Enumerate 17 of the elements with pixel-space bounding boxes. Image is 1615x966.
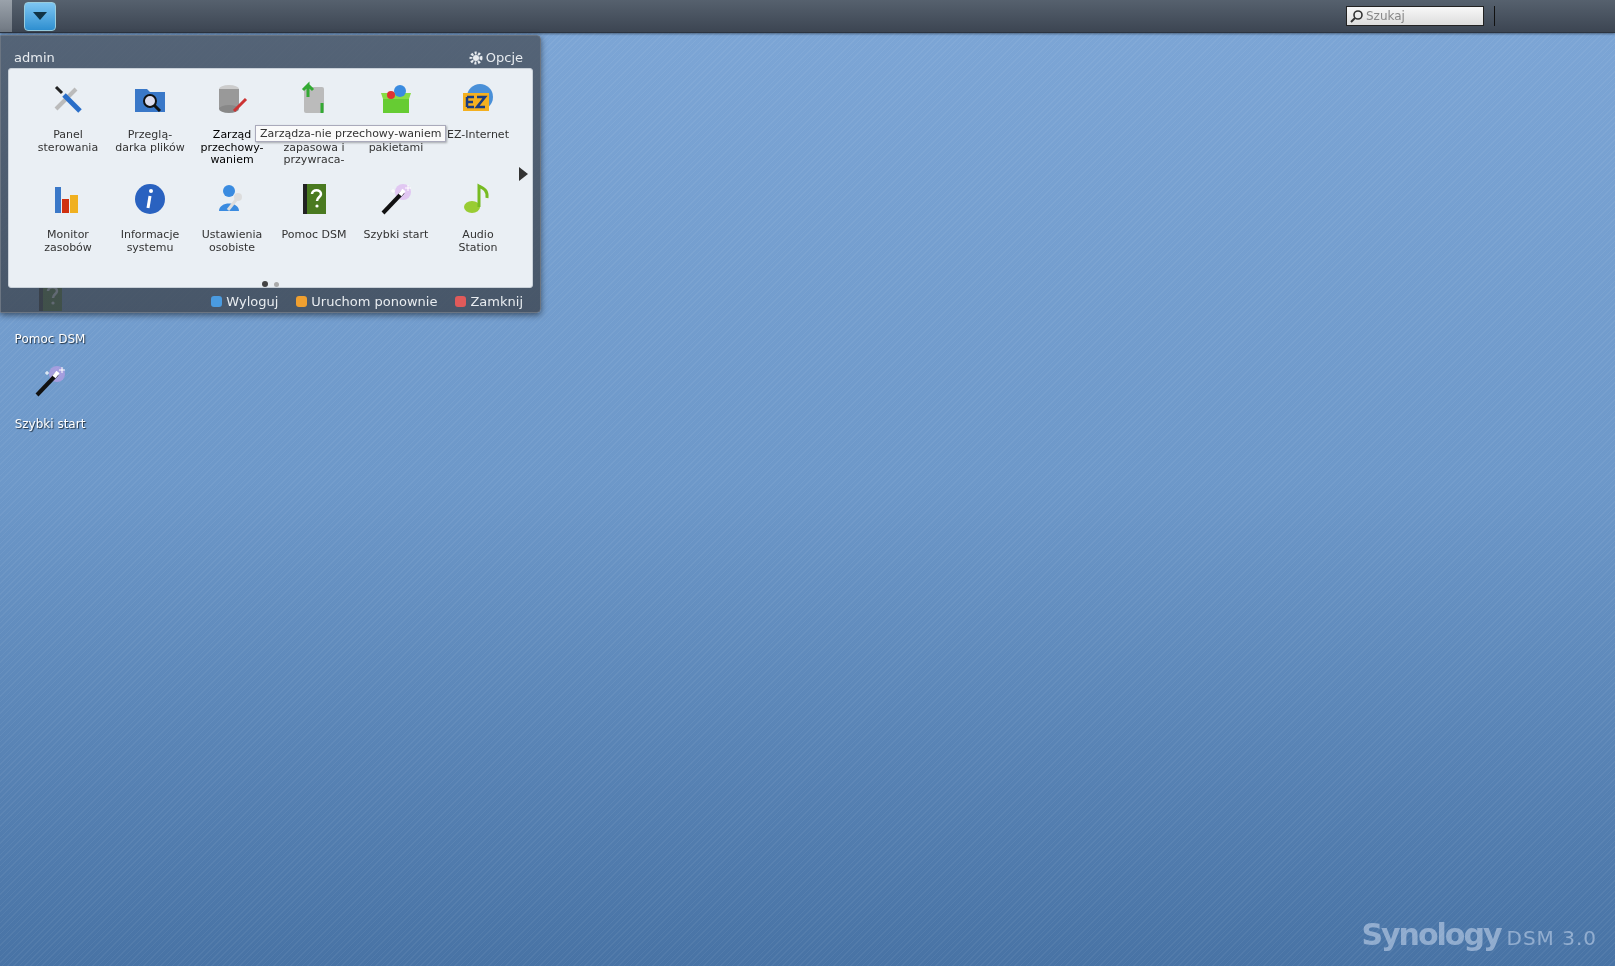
- app-launcher[interactable]: Ustawienia osobiste: [191, 181, 273, 281]
- app-launcher[interactable]: Pomoc DSM: [273, 181, 355, 281]
- power-action-link[interactable]: Uruchom ponownie: [296, 294, 438, 309]
- app-launcher[interactable]: Przeglą- darka plików: [109, 81, 191, 181]
- app-launcher[interactable]: Panel sterowania: [27, 81, 109, 181]
- app-launcher[interactable]: Monitor zasobów: [27, 181, 109, 281]
- product-version: DSM 3.0: [1506, 926, 1597, 950]
- tooltip: Zarządza-nie przechowy-waniem: [255, 125, 447, 142]
- options-button[interactable]: Opcje: [468, 50, 523, 65]
- user-name: admin: [14, 50, 55, 65]
- app-launcher[interactable]: Szybki start: [355, 181, 437, 281]
- power-action-link[interactable]: Zamknij: [455, 294, 523, 309]
- app-launcher[interactable]: Informacje systemu: [109, 181, 191, 281]
- power-action-link[interactable]: Wyloguj: [211, 294, 279, 309]
- app-launcher[interactable]: Audio Station: [437, 181, 519, 281]
- search-field[interactable]: Szukaj: [1346, 6, 1484, 26]
- brand-logo: Synology: [1361, 917, 1501, 952]
